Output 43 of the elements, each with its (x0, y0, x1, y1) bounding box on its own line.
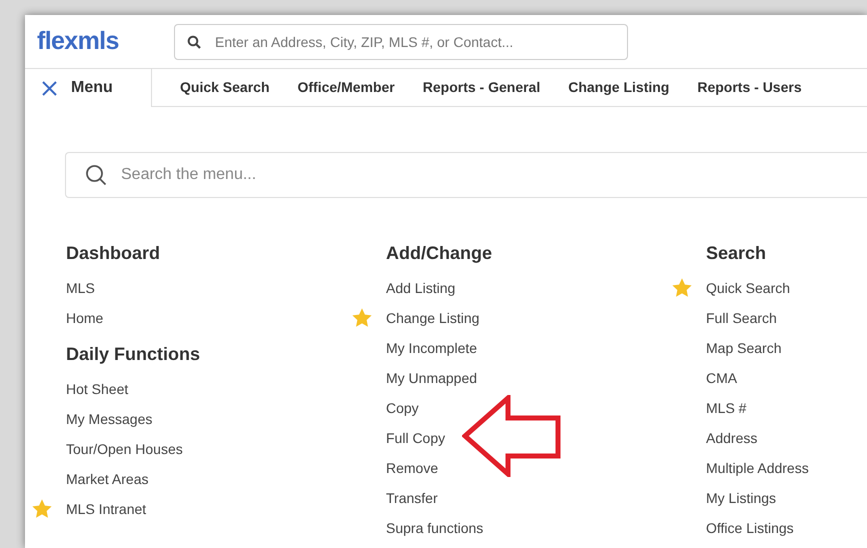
menu-link[interactable]: MLS # (706, 398, 746, 418)
menu-link[interactable]: My Incomplete (386, 338, 478, 358)
star-icon[interactable] (671, 277, 693, 299)
nav-link[interactable]: Office/Member (298, 77, 395, 98)
menu-search-field[interactable]: Search the menu... (65, 152, 867, 198)
menu-link[interactable]: Remove (386, 458, 438, 478)
menu-link[interactable]: Tour/Open Houses (66, 438, 183, 460)
search-field[interactable]: Enter an Address, City, ZIP, MLS #, or Contact... (174, 24, 628, 60)
section-heading: Dashboard (66, 242, 160, 265)
menu-link[interactable]: Full Search (706, 308, 777, 328)
menu-link[interactable]: Full Copy (386, 428, 446, 448)
menu-link[interactable]: Add Listing (386, 278, 456, 298)
menu-link[interactable]: Office Listings (706, 518, 794, 538)
star-icon[interactable] (351, 307, 373, 329)
menu-link[interactable]: Transfer (386, 488, 438, 508)
menu-button[interactable]: Menu (25, 69, 152, 107)
nav-link[interactable]: Reports - General (422, 77, 540, 98)
menu-link[interactable]: Quick Search (706, 278, 790, 298)
menu-link[interactable]: My Listings (706, 488, 776, 508)
section-heading: Daily Functions (66, 343, 200, 366)
menu-link[interactable]: Address (706, 428, 758, 448)
menu-link[interactable]: MLS Intranet (66, 498, 146, 520)
menu-link[interactable]: Supra functions (386, 518, 484, 538)
star-icon[interactable] (31, 498, 53, 520)
section-heading: Search (706, 242, 766, 265)
menu-link[interactable]: Market Areas (66, 468, 148, 490)
search-icon (85, 164, 107, 186)
nav-link[interactable]: Change Listing (568, 77, 670, 98)
menu-link[interactable]: Map Search (706, 338, 782, 358)
nav-link[interactable]: Reports - Users (697, 77, 802, 98)
section-heading: Add/Change (386, 242, 492, 265)
menu-link[interactable]: CMA (706, 368, 738, 388)
logo[interactable]: flexmls (37, 22, 174, 60)
menu-link[interactable]: MLS (66, 278, 95, 298)
menu-link[interactable]: Change Listing (386, 308, 480, 328)
menu-link[interactable]: Home (66, 308, 104, 328)
menu-link[interactable]: Hot Sheet (66, 378, 128, 400)
menu-link[interactable]: My Unmapped (386, 368, 478, 388)
search-icon (187, 34, 201, 48)
nav-link[interactable]: Quick Search (180, 77, 270, 98)
menu-link[interactable]: My Messages (66, 408, 152, 430)
menu-link[interactable]: Multiple Address (706, 458, 809, 478)
menu-link[interactable]: Copy (386, 398, 419, 418)
